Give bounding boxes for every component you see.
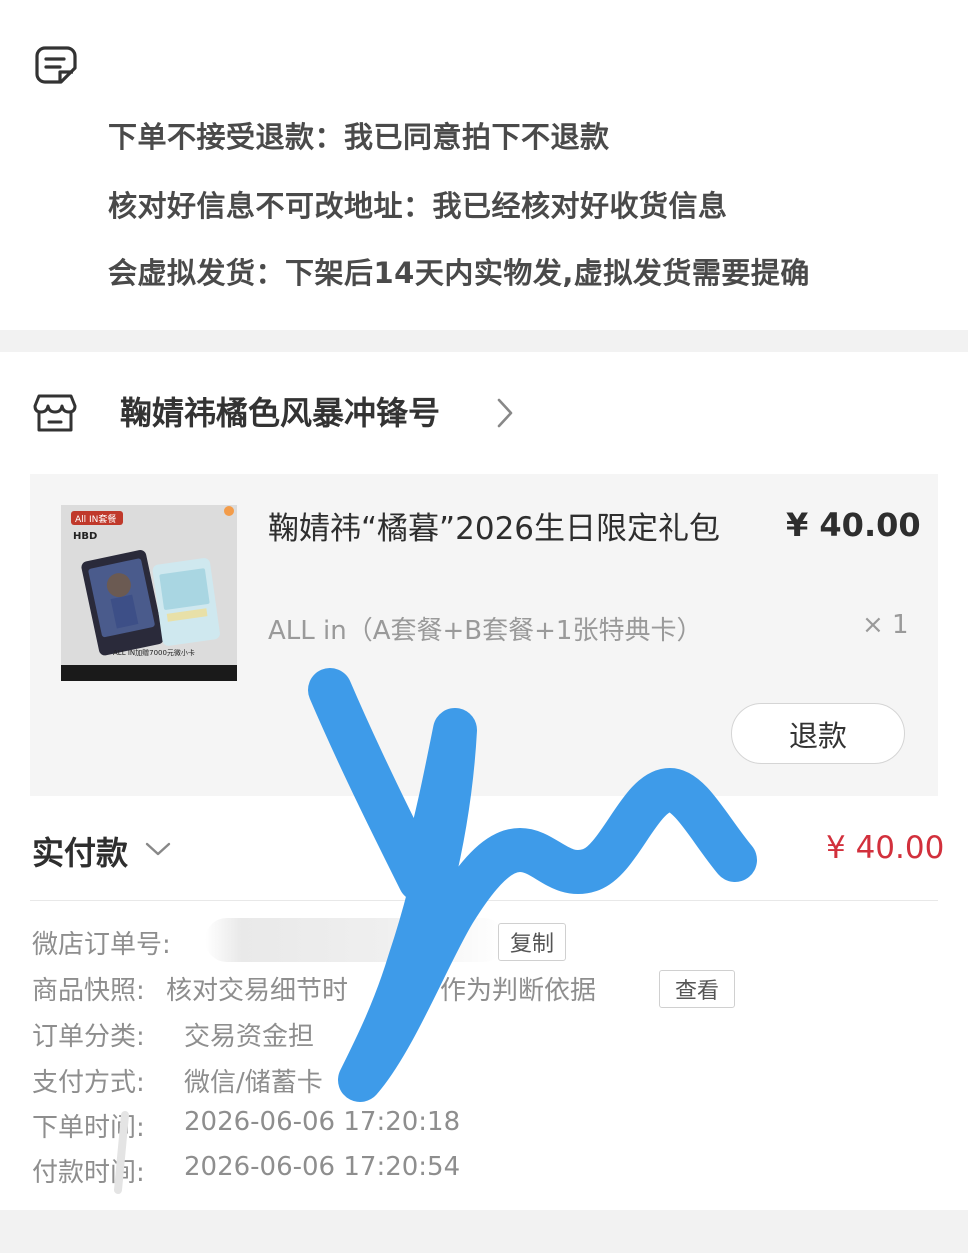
note-line-shipping: 会虚拟发货：下架后14天内实物发,虚拟发货需要提确 xyxy=(108,256,810,290)
copy-button[interactable]: 复制 xyxy=(498,923,566,961)
view-snapshot-button[interactable]: 查看 xyxy=(659,970,735,1008)
product-thumbnail-art: All IN套餐 HBD ALL IN加赠7000元微小卡 xyxy=(61,505,237,681)
order-time-value: 2026-06-06 17:20:18 xyxy=(184,1107,461,1137)
snapshot-value-tail: 作为判断依据 xyxy=(440,976,597,1006)
refund-button[interactable]: 退款 xyxy=(731,703,905,764)
pay-time-value: 2026-06-06 17:20:54 xyxy=(184,1152,461,1182)
pay-method-label: 支付方式: xyxy=(32,1068,145,1098)
product-quantity: × 1 xyxy=(862,610,909,640)
product-variant: ALL in（A套餐+B套餐+1张特典卡） xyxy=(268,616,703,646)
thumb-badge-text: All IN套餐 xyxy=(75,513,116,525)
section-divider xyxy=(0,330,968,352)
shop-icon xyxy=(33,394,77,432)
note-icon xyxy=(35,46,77,84)
pay-time-label: 付款时间: xyxy=(32,1158,145,1188)
snapshot-value: 核对交易细节时 xyxy=(166,976,349,1006)
paid-amount: ¥ 40.00 xyxy=(826,830,945,866)
shop-name[interactable]: 鞠婧祎橘色风暴冲锋号 xyxy=(120,388,440,434)
note-line-address: 核对好信息不可改地址：我已经核对好收货信息 xyxy=(108,189,728,223)
product-price: ¥ 40.00 xyxy=(786,506,921,544)
product-thumbnail[interactable]: All IN套餐 HBD ALL IN加赠7000元微小卡 xyxy=(61,505,237,681)
category-label: 订单分类: xyxy=(32,1022,145,1052)
snapshot-label: 商品快照: xyxy=(32,976,145,1006)
thumb-hbd-text: HBD xyxy=(73,531,97,542)
paid-label[interactable]: 实付款 xyxy=(32,828,128,874)
note-line-no-refund: 下单不接受退款：我已同意拍下不退款 xyxy=(108,120,610,154)
order-time-label: 下单时间: xyxy=(32,1113,145,1143)
order-number-redacted xyxy=(205,918,505,962)
bottom-band xyxy=(0,1210,968,1253)
category-value: 交易资金担 xyxy=(184,1022,315,1052)
chevron-down-icon[interactable] xyxy=(144,838,172,860)
pay-method-value: 微信/储蓄卡 xyxy=(184,1068,323,1098)
product-title[interactable]: 鞠婧祎“橘暮”2026生日限定礼包 xyxy=(268,505,748,553)
divider-line xyxy=(30,900,938,901)
chevron-right-icon[interactable] xyxy=(494,396,516,430)
thumb-caption-text: ALL IN加赠7000元微小卡 xyxy=(113,648,195,657)
order-number-label: 微店订单号: xyxy=(32,930,171,960)
